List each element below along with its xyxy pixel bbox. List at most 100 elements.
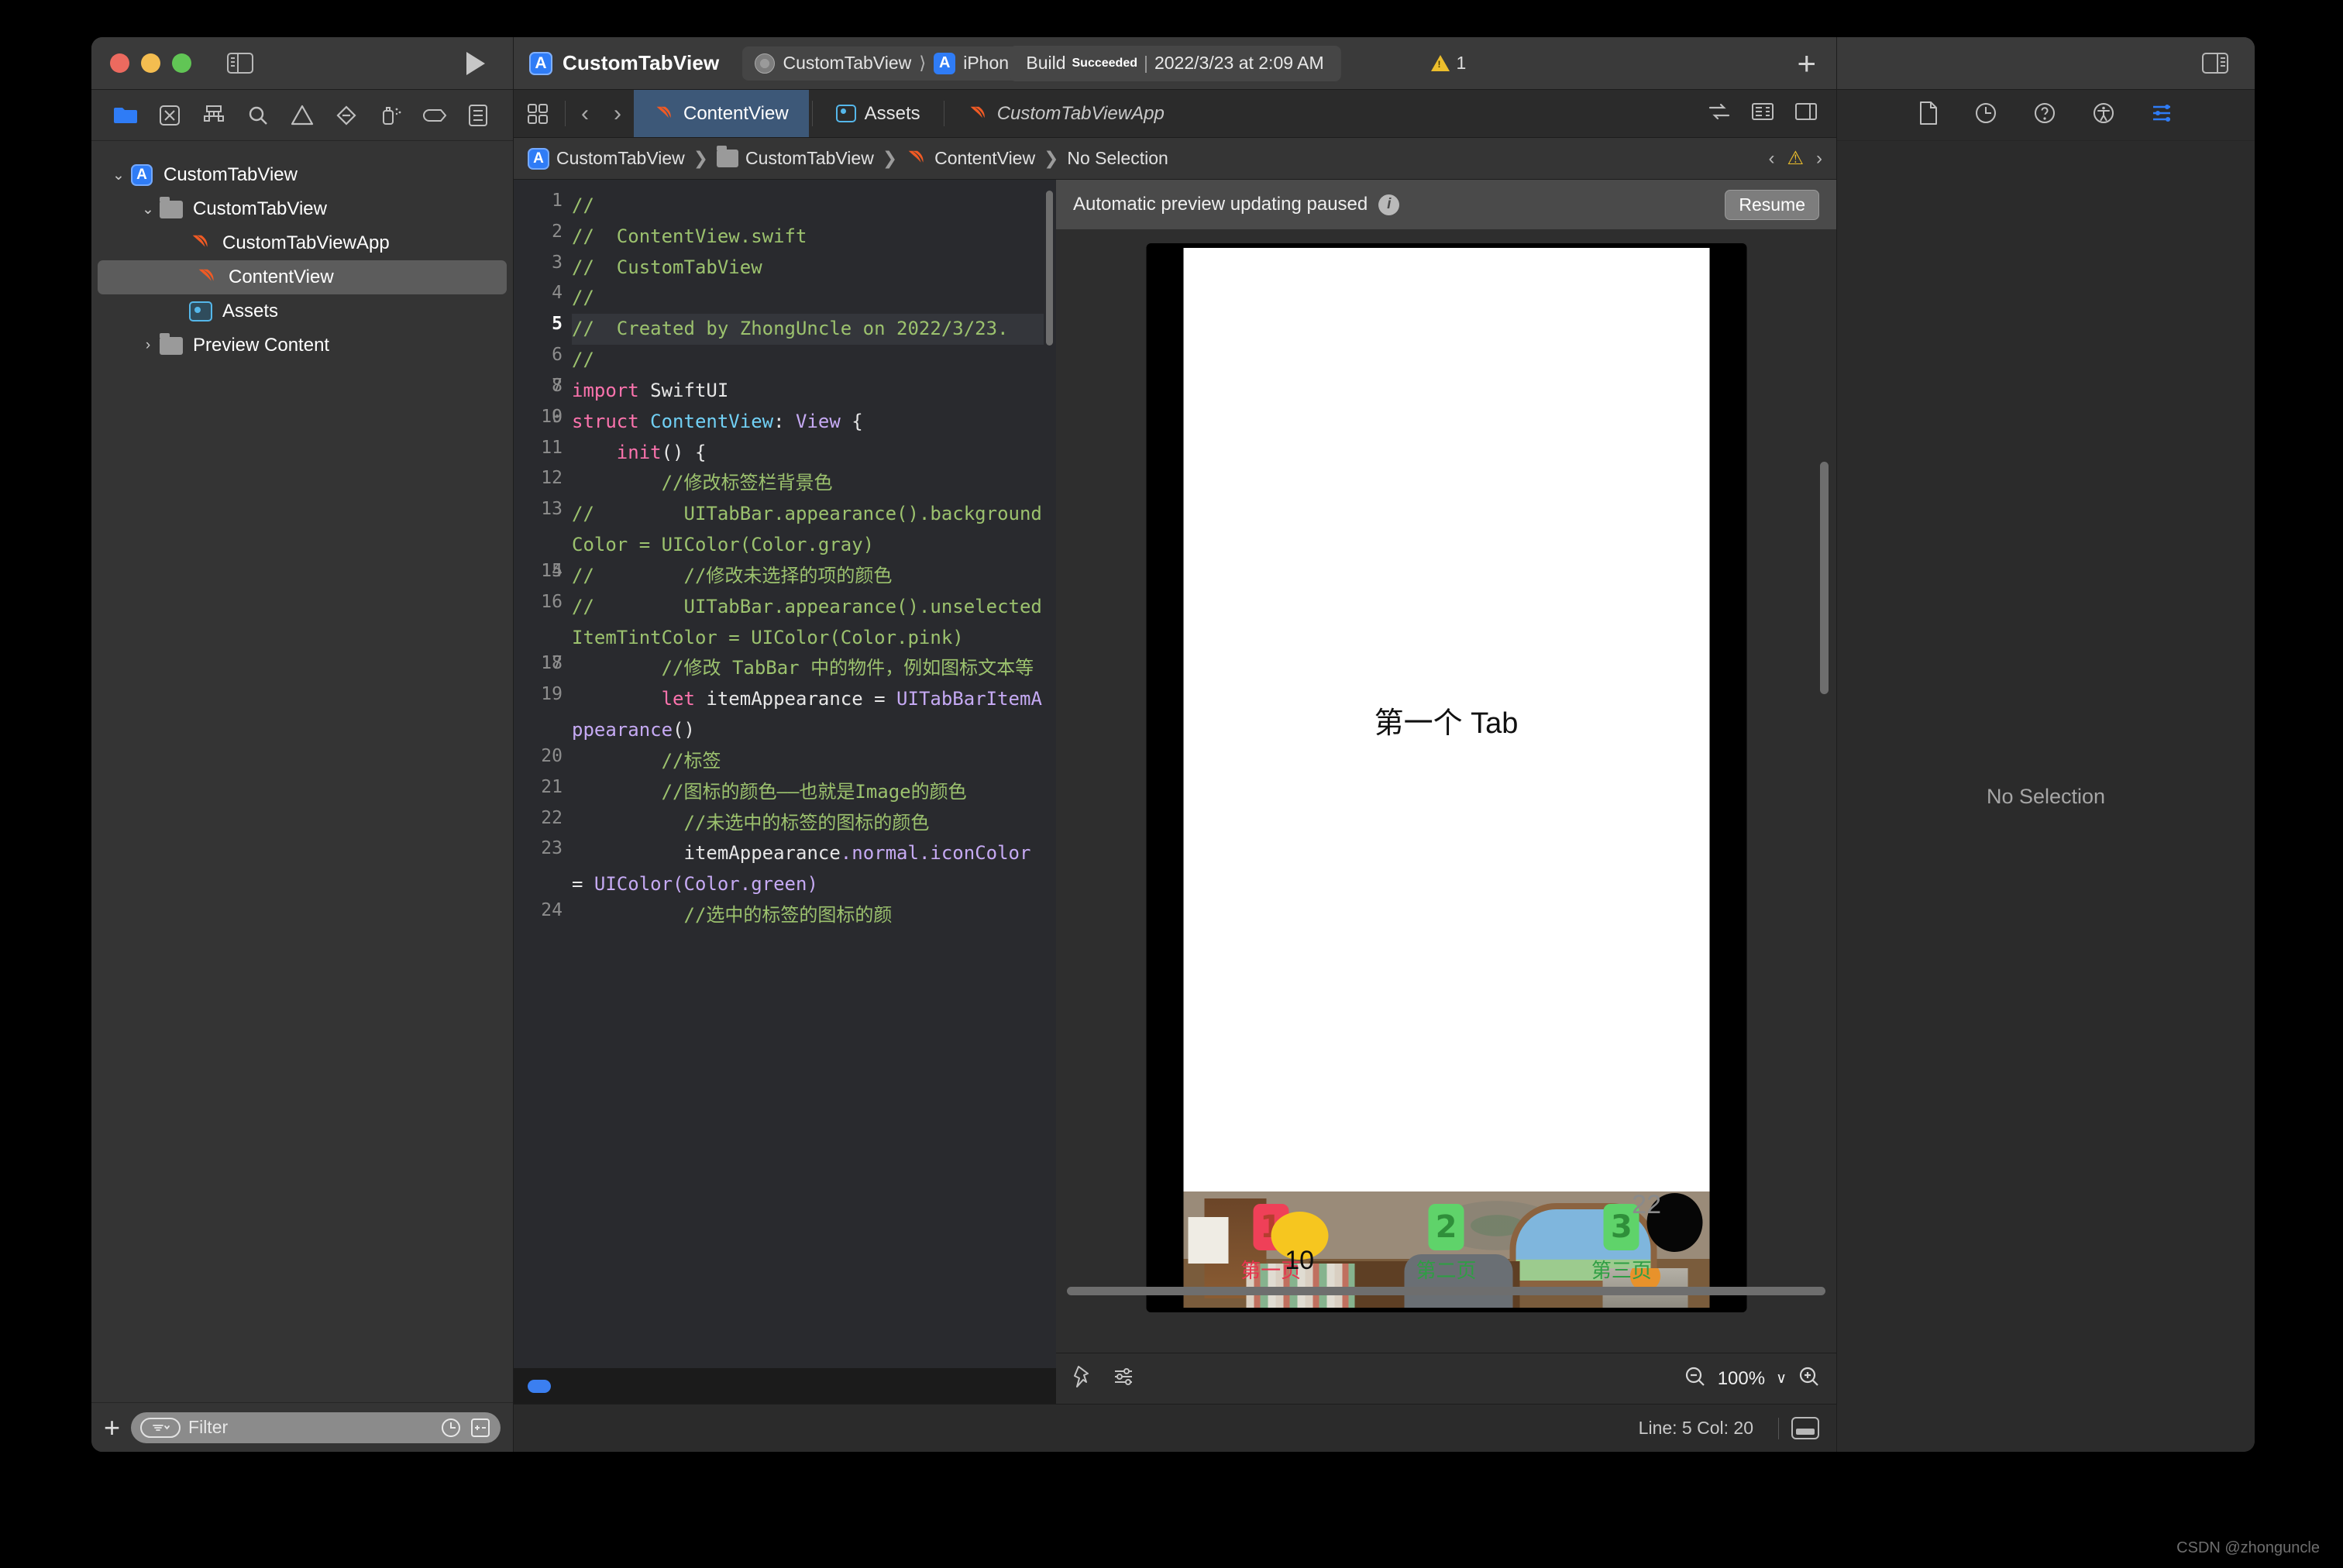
sidebar-item[interactable]: ⌄ CustomTabView — [91, 192, 513, 226]
code-line[interactable]: init() { — [572, 438, 1044, 469]
zoom-level[interactable]: 100% — [1718, 1368, 1765, 1390]
breadcrumb[interactable]: A CustomTabView ❯ CustomTabView ❯ ContentView… — [514, 138, 1836, 180]
tab-customtabviewapp[interactable]: CustomTabViewApp — [948, 90, 1185, 137]
code-line[interactable]: // — [572, 191, 1044, 222]
sidebar-item-selected[interactable]: ContentView — [98, 260, 507, 294]
info-icon[interactable]: i — [1378, 194, 1400, 215]
added-removed-icon[interactable] — [470, 1417, 491, 1439]
code-line[interactable]: //选中的标签的图标的颜 — [572, 900, 1044, 931]
breadcrumb-item[interactable]: CustomTabView — [717, 146, 874, 170]
close-button[interactable] — [110, 53, 129, 73]
file-inspector-icon[interactable] — [1918, 101, 1939, 129]
code-line[interactable]: itemAppearance.normal.iconColor = UIColo… — [572, 838, 1044, 900]
preview-tab-item[interactable]: 2 第二页 — [1358, 1204, 1533, 1284]
nav-back-button[interactable]: ‹ — [569, 90, 601, 137]
preview-tab-item[interactable]: 1 第一页 10 — [1183, 1204, 1358, 1284]
toggle-navigator-icon[interactable] — [227, 52, 253, 74]
pin-icon[interactable] — [1072, 1364, 1095, 1393]
breadcrumb-item[interactable]: ContentView — [906, 147, 1035, 170]
breadcrumb-item[interactable]: A CustomTabView — [528, 147, 685, 170]
traffic-lights[interactable] — [110, 53, 191, 73]
jump-bar-pill[interactable] — [528, 1379, 551, 1393]
preview-variants-icon[interactable] — [1112, 1366, 1135, 1391]
add-file-button[interactable]: + — [104, 1413, 120, 1442]
zoom-out-icon[interactable] — [1684, 1365, 1707, 1392]
code-line[interactable]: // — [572, 283, 1044, 314]
code-text[interactable]: // // ContentView.swift // CustomTabView //… — [572, 180, 1056, 1404]
code-line[interactable]: //修改 TabBar 中的物件，例如图标文本等 — [572, 653, 1044, 684]
code-line[interactable]: import SwiftUI — [572, 376, 1044, 407]
code-line[interactable]: // ContentView.swift — [572, 222, 1044, 253]
report-icon[interactable] — [465, 102, 491, 129]
code-line[interactable]: //标签 — [572, 746, 1044, 777]
zoom-in-icon[interactable] — [1798, 1365, 1821, 1392]
chevron-right-icon[interactable]: › — [138, 337, 158, 354]
clock-icon[interactable] — [440, 1417, 462, 1439]
breadcrumb-item[interactable]: No Selection — [1067, 148, 1168, 169]
chevron-down-icon[interactable]: ⌄ — [138, 201, 158, 218]
code-line[interactable]: // Created by ZhongUncle on 2022/3/23. — [572, 314, 1044, 346]
editor-scrollbar[interactable] — [1046, 191, 1053, 346]
chevron-down-icon[interactable]: ⌄ — [108, 167, 129, 184]
sidebar-item[interactable]: CustomTabViewApp — [91, 226, 513, 260]
code-line[interactable]: // UITabBar.appearance().backgroundColor… — [572, 499, 1044, 561]
code-line[interactable]: //修改标签栏背景色 — [572, 468, 1044, 499]
accessibility-icon[interactable] — [2092, 101, 2115, 129]
code-review-icon[interactable] — [1708, 102, 1731, 125]
preview-horizontal-scrollbar[interactable] — [1067, 1287, 1825, 1295]
sidebar-item[interactable]: › Preview Content — [91, 328, 513, 363]
tab-assets[interactable]: Assets — [816, 90, 941, 137]
preview-vertical-scrollbar[interactable] — [1820, 462, 1829, 694]
debug-icon[interactable] — [377, 102, 404, 129]
warning-icon[interactable]: ⚠ — [1787, 147, 1804, 170]
tab-contentview[interactable]: ContentView — [634, 90, 809, 137]
project-navigator-tree[interactable]: ⌄ A CustomTabView ⌄ CustomTabView CustomTabVi… — [91, 141, 513, 1402]
breakpoint-icon[interactable] — [421, 102, 448, 129]
build-status[interactable]: Build Succeeded | 2022/3/23 at 2:09 AM — [1009, 45, 1341, 81]
run-button[interactable] — [466, 51, 485, 75]
quick-help-icon[interactable] — [2033, 101, 2056, 129]
sidebar-item[interactable]: Assets — [91, 294, 513, 328]
attributes-inspector-icon[interactable] — [2151, 103, 2174, 127]
resume-button[interactable]: Resume — [1725, 189, 1819, 220]
code-line[interactable]: // UITabBar.appearance().unselectedItemT… — [572, 592, 1044, 654]
source-control-icon[interactable] — [157, 102, 183, 129]
issue-next-button[interactable]: › — [1816, 148, 1822, 170]
add-editor-button[interactable]: + — [1797, 46, 1816, 80]
preview-tab-item[interactable]: 3 第三页 22 — [1534, 1191, 1709, 1284]
code-line[interactable]: //未选中的标签的图标的颜色 — [572, 808, 1044, 839]
preview-canvas[interactable]: 第一个 Tab 1 第一页 10 2 第二页 3 第三页 22 — [1056, 229, 1836, 1353]
chevron-down-icon[interactable]: ∨ — [1776, 1370, 1787, 1387]
editor-jump-bar[interactable] — [514, 1368, 1056, 1404]
minimize-button[interactable] — [141, 53, 160, 73]
test-icon[interactable] — [333, 102, 360, 129]
folder-icon[interactable] — [112, 102, 139, 129]
history-inspector-icon[interactable] — [1974, 101, 1997, 129]
zoom-button[interactable] — [172, 53, 191, 73]
find-icon[interactable] — [245, 102, 271, 129]
code-line[interactable]: // — [572, 345, 1044, 376]
issue-prev-button[interactable]: ‹ — [1768, 148, 1774, 170]
code-line[interactable]: //图标的颜色——也就是Image的颜色 — [572, 777, 1044, 808]
scheme-label[interactable]: CustomTabView — [783, 53, 911, 74]
open-editor-tabs[interactable]: ContentView Assets CustomTabViewApp — [634, 90, 1185, 137]
filter-input[interactable]: Filter — [131, 1412, 501, 1443]
filter-options-icon[interactable] — [140, 1417, 181, 1438]
source-editor[interactable]: 1 2 3 4 5 6 7 8 9 10 11 12 13 14 15 16 17 18 19 20 21 22 23 24 … — [514, 180, 1056, 1404]
split-editor-icon[interactable] — [1794, 102, 1818, 125]
code-line[interactable]: struct ContentView: View { — [572, 407, 1044, 438]
code-line[interactable]: // //修改未选择的项的颜色 — [572, 561, 1044, 592]
toggle-inspector-icon[interactable] — [2202, 52, 2228, 74]
warning-indicator[interactable]: 1 — [1430, 53, 1466, 74]
symbol-hierarchy-icon[interactable] — [201, 102, 227, 129]
nav-forward-button[interactable]: › — [601, 90, 634, 137]
toggle-debug-area-icon[interactable] — [1791, 1417, 1819, 1439]
code-line[interactable]: // CustomTabView — [572, 253, 1044, 284]
minimap-icon[interactable] — [1751, 102, 1774, 125]
editor-options-icon[interactable] — [514, 90, 562, 137]
issue-icon[interactable] — [289, 102, 315, 129]
code-line[interactable]: let itemAppearance = UITabBarItemAppeara… — [572, 684, 1044, 746]
sidebar-item[interactable]: ⌄ A CustomTabView — [91, 158, 513, 192]
device-screen[interactable]: 第一个 Tab 1 第一页 10 2 第二页 3 第三页 22 — [1183, 248, 1709, 1308]
preview-zoom-controls[interactable]: 100% ∨ — [1684, 1365, 1821, 1392]
